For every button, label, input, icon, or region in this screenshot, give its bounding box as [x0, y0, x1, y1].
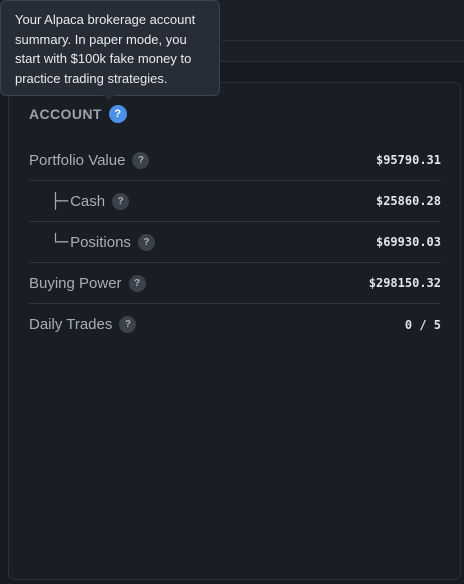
positions-amount: $69930.03 — [375, 235, 441, 249]
account-panel: ACCOUNT ? Portfolio Value ? $95790.31 ├─… — [8, 82, 461, 580]
portfolio-value-help-icon[interactable]: ? — [132, 151, 150, 169]
tooltip-arrow — [103, 95, 115, 101]
cash-label: Cash — [70, 192, 106, 210]
buying-power-help-icon[interactable]: ? — [128, 274, 146, 292]
account-rows: Portfolio Value ? $95790.31 ├─ Cash ? $2… — [29, 140, 441, 345]
account-row-portfolio-value: Portfolio Value ? $95790.31 — [29, 140, 441, 181]
daily-trades-help-icon[interactable]: ? — [119, 316, 137, 333]
top-divider — [222, 40, 464, 41]
tooltip-text: Your Alpaca brokerage account summary. I… — [15, 12, 196, 86]
account-title: ACCOUNT — [29, 106, 102, 122]
daily-trades-count: 0 / 5 — [404, 317, 441, 332]
account-help-icon[interactable]: ? — [108, 105, 127, 123]
account-tooltip: Your Alpaca brokerage account summary. I… — [0, 0, 220, 96]
cash-help-icon[interactable]: ? — [112, 192, 130, 210]
daily-trades-label: Daily Trades — [29, 316, 113, 333]
tree-branch-icon: ├─ — [51, 192, 68, 210]
buying-power-amount: $298150.32 — [368, 276, 441, 290]
portfolio-value-label: Portfolio Value — [29, 151, 126, 169]
account-row-positions: └─ Positions ? $69930.03 — [29, 222, 441, 263]
positions-help-icon[interactable]: ? — [137, 233, 155, 251]
tree-end-icon: └─ — [51, 233, 68, 251]
account-row-cash: ├─ Cash ? $25860.28 — [29, 181, 441, 222]
buying-power-label: Buying Power — [29, 274, 122, 292]
cash-amount: $25860.28 — [375, 194, 441, 208]
account-row-buying-power: Buying Power ? $298150.32 — [29, 263, 441, 304]
portfolio-value-amount: $95790.31 — [375, 153, 441, 167]
account-header: ACCOUNT ? — [29, 105, 127, 123]
positions-label: Positions — [70, 233, 131, 251]
account-row-daily-trades: Daily Trades ? 0 / 5 — [29, 304, 441, 345]
